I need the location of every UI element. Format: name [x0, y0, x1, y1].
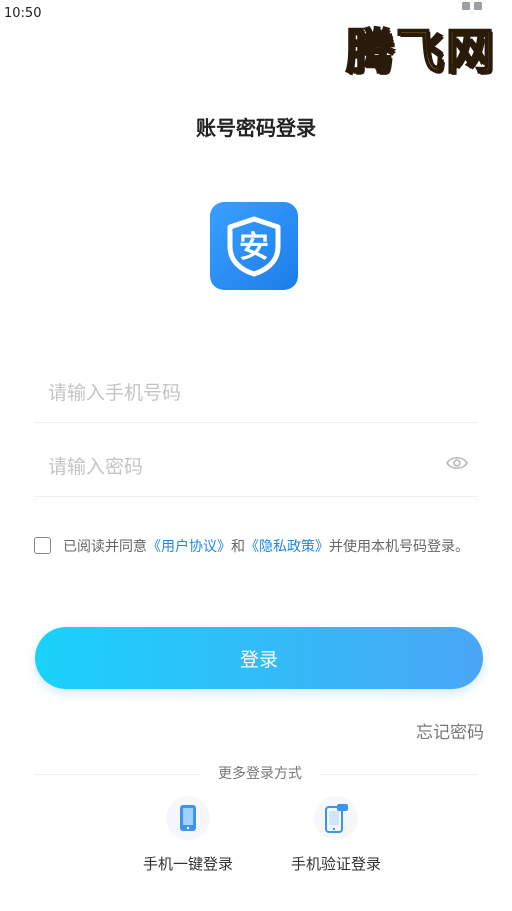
password-field [34, 436, 478, 497]
agreement-suffix: 并使用本机号码登录。 [329, 539, 469, 555]
battery-icon [474, 2, 482, 10]
agreement-and: 和 [231, 539, 245, 555]
agreement-text: 已阅读并同意《用户协议》和《隐私政策》并使用本机号码登录。 [34, 534, 484, 561]
eye-icon[interactable] [446, 455, 468, 471]
agreement-checkbox[interactable] [34, 537, 51, 554]
sms-login-label: 手机验证登录 [290, 855, 381, 873]
page-title: 账号密码登录 [196, 116, 316, 140]
app-logo: 安 [210, 202, 298, 290]
phone-field [34, 362, 478, 423]
one-tap-login-label: 手机一键登录 [142, 855, 233, 873]
phone-icon [180, 805, 196, 831]
forgot-password-link[interactable]: 忘记密码 [416, 718, 484, 743]
privacy-policy-link[interactable]: 《隐私政策》 [245, 539, 329, 555]
phone-input[interactable] [46, 374, 430, 412]
one-tap-login-option[interactable]: 手机一键登录 [108, 796, 268, 874]
sms-login-icon-wrap [314, 796, 358, 840]
watermark-logo: 腾飞网 [345, 23, 496, 81]
one-tap-login-icon-wrap [166, 796, 210, 840]
status-icons [462, 2, 482, 10]
sms-login-option[interactable]: 手机验证登录 [256, 796, 416, 874]
login-button[interactable]: 登录 [35, 627, 483, 689]
password-input[interactable] [46, 448, 430, 486]
signal-icon [462, 2, 470, 10]
shield-an-icon: 安 [227, 216, 281, 277]
user-agreement-link[interactable]: 《用户协议》 [147, 539, 231, 555]
agreement-prefix: 已阅读并同意 [63, 539, 147, 555]
status-time: 10:50 [4, 6, 42, 21]
phone-sms-icon [325, 804, 348, 833]
more-login-methods-label: 更多登录方式 [200, 763, 320, 783]
logo-glyph: 安 [239, 230, 269, 265]
